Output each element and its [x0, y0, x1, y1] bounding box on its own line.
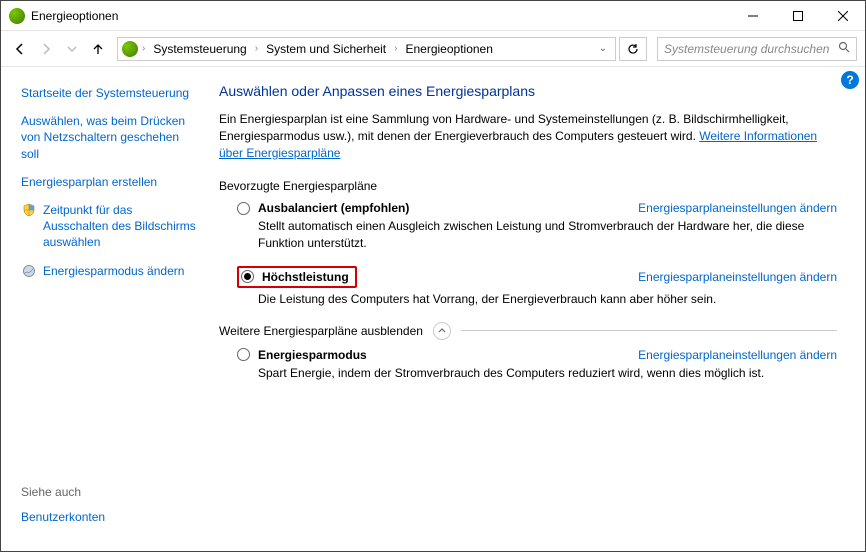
plan-saver-radio-wrap[interactable]: Energiesparmodus	[237, 348, 367, 362]
hide-plans-header: Weitere Energiesparpläne ausblenden	[219, 322, 837, 340]
recent-dropdown[interactable]	[61, 38, 83, 60]
plan-high-name: Höchstleistung	[262, 270, 349, 284]
main-area: Startseite der Systemsteuerung Auswählen…	[1, 67, 865, 551]
sidebar-home-link[interactable]: Startseite der Systemsteuerung	[21, 85, 199, 101]
back-button[interactable]	[9, 38, 31, 60]
search-placeholder: Systemsteuerung durchsuchen	[664, 42, 829, 56]
chevron-right-icon[interactable]: ›	[394, 43, 397, 54]
radio-icon	[237, 202, 250, 215]
plan-high-change-link[interactable]: Energiesparplaneinstellungen ändern	[638, 270, 837, 284]
plan-balanced-radio-wrap[interactable]: Ausbalanciert (empfohlen)	[237, 201, 409, 215]
see-also-label: Siehe auch	[21, 485, 199, 499]
toolbar: › Systemsteuerung › System und Sicherhei…	[1, 31, 865, 67]
app-icon	[9, 8, 25, 24]
shield-icon	[21, 202, 37, 218]
radio-selected-icon	[241, 270, 254, 283]
content: ? Auswählen oder Anpassen eines Energies…	[211, 67, 865, 551]
hide-plans-label: Weitere Energiesparpläne ausblenden	[219, 324, 423, 338]
collapse-button[interactable]	[433, 322, 451, 340]
plan-saver-desc: Spart Energie, indem der Stromverbrauch …	[258, 365, 818, 382]
page-description: Ein Energiesparplan ist eine Sammlung vo…	[219, 111, 837, 161]
globe-icon	[21, 263, 37, 279]
plan-saver-name: Energiesparmodus	[258, 348, 367, 362]
maximize-button[interactable]	[775, 1, 820, 31]
minimize-button[interactable]	[730, 1, 775, 31]
plan-balanced-name: Ausbalanciert (empfohlen)	[258, 201, 409, 215]
address-icon	[122, 41, 138, 57]
sidebar-create-plan-link[interactable]: Energiesparplan erstellen	[21, 174, 199, 190]
plan-balanced-desc: Stellt automatisch einen Ausgleich zwisc…	[258, 218, 818, 252]
up-button[interactable]	[87, 38, 109, 60]
sidebar-user-accounts-link[interactable]: Benutzerkonten	[21, 509, 199, 525]
plan-balanced: Ausbalanciert (empfohlen) Energiesparpla…	[237, 201, 837, 252]
plan-high-performance: Höchstleistung Energiesparplaneinstellun…	[237, 266, 837, 308]
breadcrumb-current[interactable]: Energieoptionen	[401, 40, 496, 58]
chevron-right-icon[interactable]: ›	[142, 43, 145, 54]
plan-power-saver: Energiesparmodus Energiesparplaneinstell…	[237, 348, 837, 382]
plan-high-radio-wrap[interactable]: Höchstleistung	[237, 266, 357, 288]
preferred-plans-header: Bevorzugte Energiesparpläne	[219, 179, 837, 193]
sidebar-sleep-link[interactable]: Energiesparmodus ändern	[43, 263, 184, 279]
title-bar: Energieoptionen	[1, 1, 865, 31]
search-input[interactable]: Systemsteuerung durchsuchen	[657, 37, 857, 61]
window-controls	[730, 1, 865, 31]
refresh-button[interactable]	[619, 37, 647, 61]
plan-saver-change-link[interactable]: Energiesparplaneinstellungen ändern	[638, 348, 837, 362]
forward-button[interactable]	[35, 38, 57, 60]
sidebar-display-off-item[interactable]: Zeitpunkt für das Ausschalten des Bildsc…	[21, 202, 199, 251]
chevron-right-icon[interactable]: ›	[255, 43, 258, 54]
plan-balanced-change-link[interactable]: Energiesparplaneinstellungen ändern	[638, 201, 837, 215]
sidebar-power-button-link[interactable]: Auswählen, was beim Drücken von Netzscha…	[21, 113, 199, 162]
window-title: Energieoptionen	[31, 9, 118, 23]
close-button[interactable]	[820, 1, 865, 31]
breadcrumb-category[interactable]: System und Sicherheit	[262, 40, 390, 58]
address-bar[interactable]: › Systemsteuerung › System und Sicherhei…	[117, 37, 616, 61]
search-icon	[838, 41, 850, 56]
sidebar: Startseite der Systemsteuerung Auswählen…	[1, 67, 211, 551]
help-icon[interactable]: ?	[841, 71, 859, 89]
breadcrumb-root[interactable]: Systemsteuerung	[149, 40, 250, 58]
radio-icon	[237, 348, 250, 361]
sidebar-bottom: Siehe auch Benutzerkonten	[21, 485, 199, 539]
page-heading: Auswählen oder Anpassen eines Energiespa…	[219, 83, 837, 99]
sidebar-display-off-link[interactable]: Zeitpunkt für das Ausschalten des Bildsc…	[43, 202, 199, 251]
address-dropdown[interactable]: ⌄	[599, 43, 611, 54]
sidebar-sleep-item[interactable]: Energiesparmodus ändern	[21, 263, 199, 279]
plan-high-desc: Die Leistung des Computers hat Vorrang, …	[258, 291, 818, 308]
